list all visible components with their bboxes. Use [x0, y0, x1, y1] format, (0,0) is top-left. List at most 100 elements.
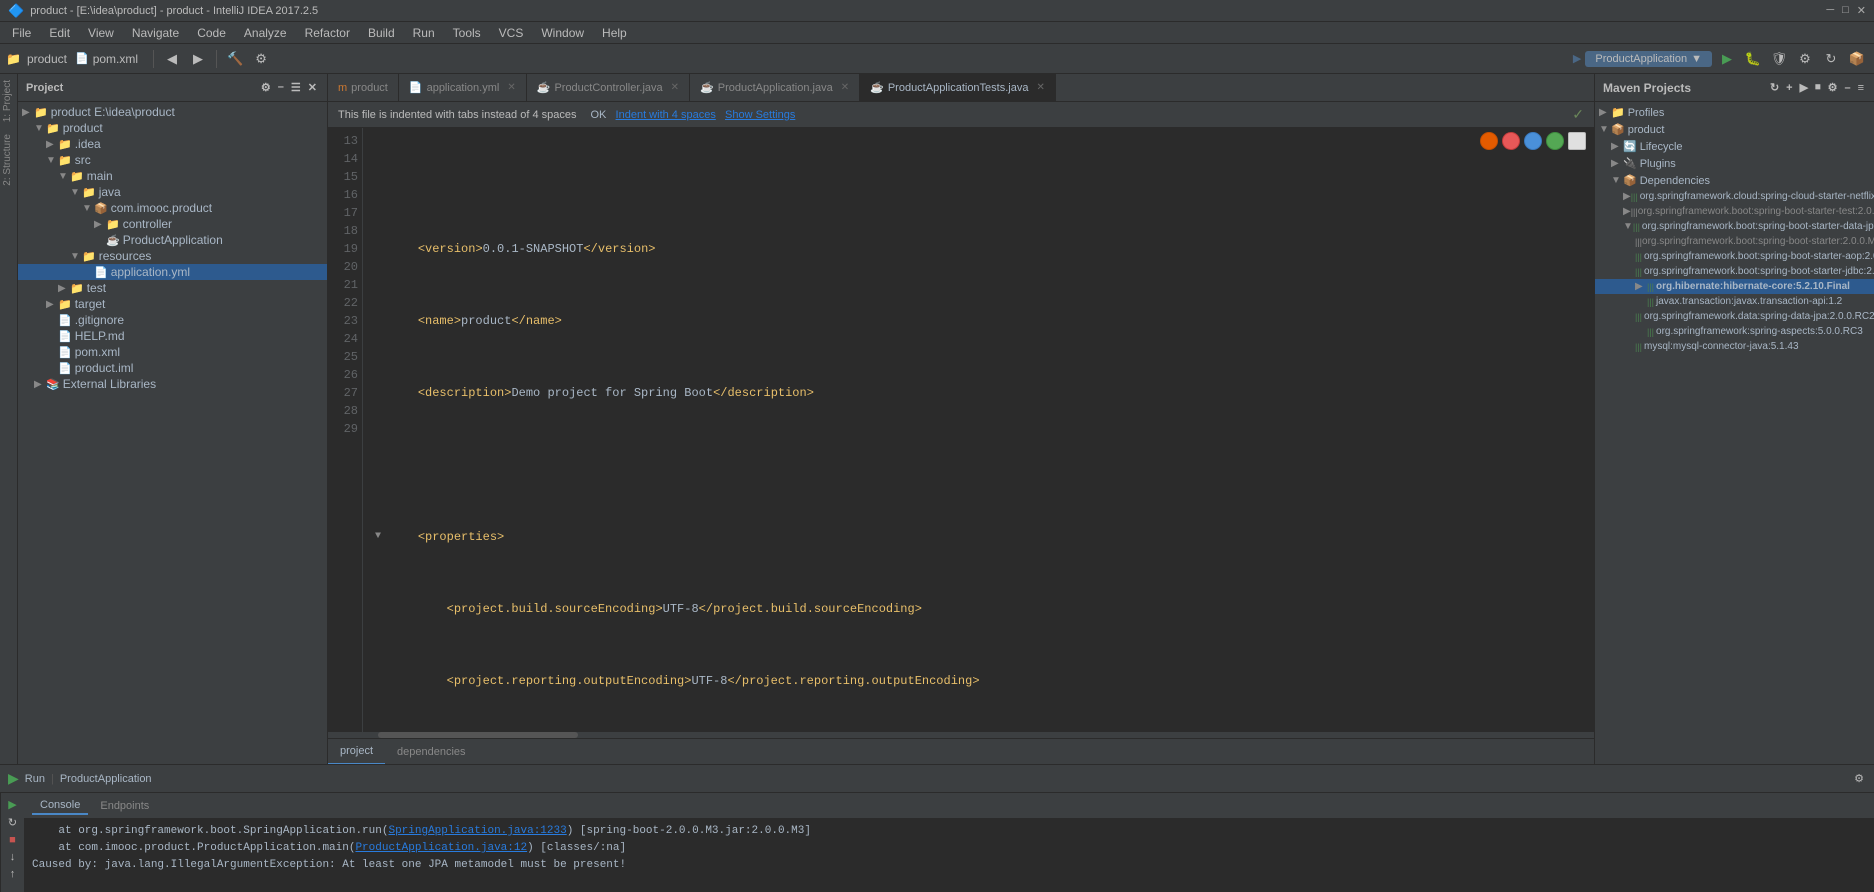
browser5-icon[interactable] — [1568, 132, 1586, 150]
structure-label[interactable]: 2: Structure — [0, 128, 17, 192]
menu-file[interactable]: File — [4, 24, 39, 42]
refresh-icon[interactable]: ↻ — [1820, 48, 1842, 70]
firefox-icon[interactable] — [1480, 132, 1498, 150]
run-tab-console[interactable]: Console — [32, 797, 88, 815]
maven-profiles[interactable]: ▶ 📁 Profiles — [1595, 104, 1874, 121]
tree-item-src[interactable]: ▼ 📁 src — [18, 152, 327, 168]
maven-dependencies[interactable]: ▼ 📦 Dependencies — [1595, 172, 1874, 189]
indent-link[interactable]: Indent with 4 spaces — [616, 109, 716, 121]
collapse-icon[interactable]: – — [276, 80, 286, 95]
tab-close[interactable]: ✕ — [841, 82, 849, 93]
run-up-icon[interactable]: ↑ — [8, 867, 18, 881]
maven-dep-spring-aspects[interactable]: ||| org.springframework:spring-aspects:5… — [1595, 324, 1874, 339]
maximize-button[interactable]: □ — [1842, 4, 1849, 17]
run-stop-icon[interactable]: ■ — [7, 833, 18, 847]
tab-product-controller[interactable]: ☕ ProductController.java ✕ — [527, 74, 690, 102]
browser4-icon[interactable] — [1546, 132, 1564, 150]
sync-icon[interactable]: ⚙ — [259, 80, 273, 95]
browser3-icon[interactable] — [1524, 132, 1542, 150]
ok-link[interactable]: OK — [590, 109, 606, 121]
maven-dep-eureka[interactable]: ▶ ||| org.springframework.cloud:spring-c… — [1595, 189, 1874, 204]
close-button[interactable]: ✕ — [1857, 4, 1866, 17]
menu-refactor[interactable]: Refactor — [297, 24, 358, 42]
tree-item-resources[interactable]: ▼ 📁 resources — [18, 248, 327, 264]
tab-product[interactable]: m product — [328, 74, 399, 102]
menu-tools[interactable]: Tools — [445, 24, 489, 42]
notification-close[interactable]: ✓ — [1572, 106, 1584, 123]
menu-view[interactable]: View — [80, 24, 122, 42]
maven-icon[interactable]: 📦 — [1846, 48, 1868, 70]
menu-run[interactable]: Run — [405, 24, 443, 42]
tab-product-app-tests[interactable]: ☕ ProductApplicationTests.java ✕ — [860, 74, 1056, 102]
maven-product[interactable]: ▼ 📦 product — [1595, 121, 1874, 138]
menu-vcs[interactable]: VCS — [491, 24, 532, 42]
project-label[interactable]: 1: Project — [0, 74, 17, 128]
maven-plugins[interactable]: ▶ 🔌 Plugins — [1595, 155, 1874, 172]
menu-analyze[interactable]: Analyze — [236, 24, 295, 42]
toolbar-pom-label[interactable]: pom.xml — [93, 52, 138, 66]
maven-dep-jdbc[interactable]: ||| org.springframework.boot:spring-boot… — [1595, 264, 1874, 279]
run-config-icon[interactable]: ⚙ — [250, 48, 272, 70]
maven-dep-hibernate[interactable]: ▶ ||| org.hibernate:hibernate-core:5.2.1… — [1595, 279, 1874, 294]
tree-item-pom[interactable]: 📄 pom.xml — [18, 344, 327, 360]
maven-dep-starter-dup[interactable]: ||| org.springframework.boot:spring-boot… — [1595, 234, 1874, 249]
app-dropdown[interactable]: ProductApplication ▼ — [1585, 51, 1712, 67]
maven-refresh-icon[interactable]: ↻ — [1768, 80, 1781, 95]
menu-edit[interactable]: Edit — [41, 24, 78, 42]
back-icon[interactable]: ◀ — [161, 48, 183, 70]
menu-build[interactable]: Build — [360, 24, 403, 42]
tree-item-gitignore[interactable]: 📄 .gitignore — [18, 312, 327, 328]
maven-stop-icon[interactable]: ⏹ — [1813, 80, 1823, 95]
run-tab-endpoints[interactable]: Endpoints — [92, 798, 157, 814]
menu-window[interactable]: Window — [533, 24, 592, 42]
tab-application-yml[interactable]: 📄 application.yml ✕ — [399, 74, 527, 102]
minimize-button[interactable]: ─ — [1826, 4, 1834, 17]
build-icon[interactable]: 🔨 — [224, 48, 246, 70]
tab-close[interactable]: ✕ — [507, 82, 515, 93]
tab-product-application[interactable]: ☕ ProductApplication.java ✕ — [690, 74, 860, 102]
code-text[interactable]: <version>0.0.1-SNAPSHOT</version> <name>… — [363, 128, 1594, 732]
menu-help[interactable]: Help — [594, 24, 635, 42]
maven-lifecycle[interactable]: ▶ 🔄 Lifecycle — [1595, 138, 1874, 155]
tree-item-controller[interactable]: ▶ 📁 controller — [18, 216, 327, 232]
run-down-icon[interactable]: ↓ — [8, 850, 18, 864]
tree-item-product-app[interactable]: ☕ ProductApplication — [18, 232, 327, 248]
maven-settings-icon[interactable]: ⚙ — [1826, 80, 1840, 95]
spring-app-link[interactable]: SpringApplication.java:1233 — [388, 825, 566, 837]
tree-item-external-libs[interactable]: ▶ 📚 External Libraries — [18, 376, 327, 392]
play-button[interactable]: ▶ — [1716, 48, 1738, 70]
menu-code[interactable]: Code — [189, 24, 234, 42]
tree-item-product-iml[interactable]: 📄 product.iml — [18, 360, 327, 376]
menu-navigate[interactable]: Navigate — [124, 24, 187, 42]
maven-add-icon[interactable]: + — [1784, 81, 1794, 95]
tree-item-target[interactable]: ▶ 📁 target — [18, 296, 327, 312]
settings-icon[interactable]: ⚙ — [1794, 48, 1816, 70]
tree-item-help[interactable]: 📄 HELP.md — [18, 328, 327, 344]
maven-dep-test[interactable]: ▶ ||| org.springframework.boot:spring-bo… — [1595, 204, 1874, 219]
tree-item-com-imooc[interactable]: ▼ 📦 com.imooc.product — [18, 200, 327, 216]
coverage-icon[interactable]: 🛡 — [1768, 48, 1790, 70]
maven-more-icon[interactable]: ≡ — [1856, 81, 1866, 95]
debug-icon[interactable]: 🐛 — [1742, 48, 1764, 70]
maven-run-icon[interactable]: ▶ — [1798, 80, 1810, 95]
run-reload-icon[interactable]: ↻ — [6, 815, 19, 830]
tree-item-java[interactable]: ▼ 📁 java — [18, 184, 327, 200]
tree-item-product[interactable]: ▼ 📁 product — [18, 120, 327, 136]
tree-item-app-yml[interactable]: 📄 application.yml — [18, 264, 327, 280]
forward-icon[interactable]: ▶ — [187, 48, 209, 70]
maven-dep-data-jpa[interactable]: ▼ ||| org.springframework.boot:spring-bo… — [1595, 219, 1874, 234]
settings-panel-icon[interactable]: ☰ — [289, 80, 303, 95]
settings-link[interactable]: Show Settings — [725, 109, 795, 121]
bottom-tab-dependencies[interactable]: dependencies — [385, 739, 478, 765]
close-panel-icon[interactable]: ✕ — [306, 80, 319, 95]
maven-dep-spring-data-jpa[interactable]: ||| org.springframework.data:spring-data… — [1595, 309, 1874, 324]
tree-item-idea[interactable]: ▶ 📁 .idea — [18, 136, 327, 152]
maven-collapse-icon[interactable]: – — [1842, 81, 1852, 95]
tree-item-main[interactable]: ▼ 📁 main — [18, 168, 327, 184]
tab-close[interactable]: ✕ — [1036, 82, 1044, 93]
run-settings-icon[interactable]: ⚙ — [1852, 772, 1866, 786]
browser2-icon[interactable] — [1502, 132, 1520, 150]
toolbar-project-label[interactable]: product — [27, 52, 67, 66]
product-app-link[interactable]: ProductApplication.java:12 — [355, 842, 527, 854]
maven-dep-transaction[interactable]: ||| javax.transaction:javax.transaction-… — [1595, 294, 1874, 309]
